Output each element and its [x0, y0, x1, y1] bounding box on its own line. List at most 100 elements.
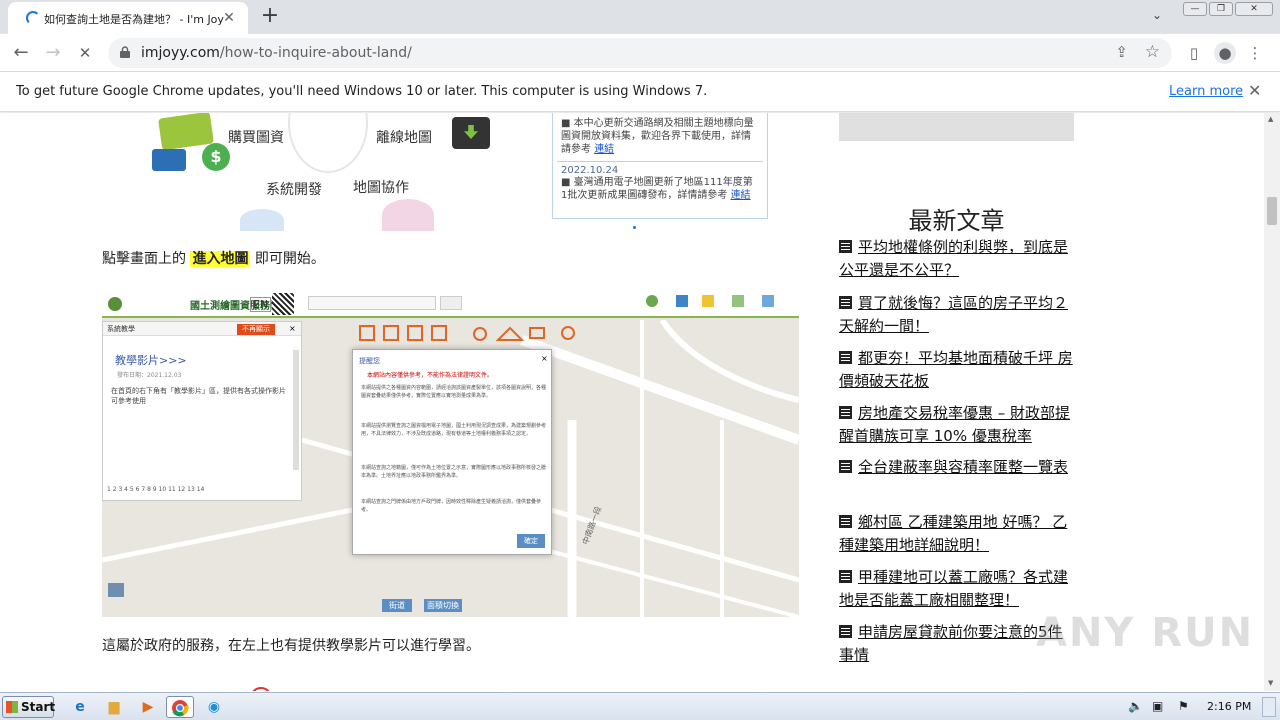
lock-icon [120, 46, 130, 58]
infobar-close-button[interactable]: ✕ [1248, 81, 1261, 100]
page-content: $ 購買圖資 離線地圖 系統開發 地圖協作 ■ 本中心更新交通路網及相關主題地標… [0, 113, 1264, 691]
start-button[interactable]: Start [2, 696, 55, 718]
article-icon [839, 460, 852, 473]
windows-taskbar: Start e ▆ ▶ ◉ 🔈 ▣ ⚑ 2:16 PM [0, 692, 1280, 720]
shot-tool-icon [646, 295, 658, 307]
shot-switch-button: 面積切換 [424, 599, 462, 612]
show-desktop-button[interactable] [1262, 697, 1276, 717]
window-close-button[interactable]: ✕ [1235, 2, 1273, 16]
dollar-coin-icon: $ [202, 143, 230, 171]
sidebar-article-link[interactable]: 鄉村區 乙種建築用地 好嗎？ 乙種建築用地詳細說明！ [839, 511, 1075, 557]
tab-close-button[interactable]: ✕ [220, 9, 238, 27]
edge-icon[interactable]: ◉ [200, 696, 228, 718]
sidebar-article-link[interactable]: 買了就後悔？這區的房子平均２天解約一間！ [839, 292, 1075, 338]
taskbar-clock[interactable]: 2:16 PM [1207, 700, 1251, 713]
side-panel-icon[interactable]: ▯ [1183, 42, 1205, 64]
volume-icon[interactable]: 🔈 [1128, 699, 1143, 713]
sidebar-ad-box [839, 113, 1074, 141]
article-icon [839, 406, 852, 419]
shot-modal-text: 本網站查詢之門牌係由地方戶政門牌，因時效性釋除產生疑義請洽詢，僅供套疊參考。 [361, 499, 542, 513]
chrome-taskbar-icon[interactable] [166, 696, 194, 718]
address-bar[interactable]: imjoyy.com/how-to-inquire-about-land/ ⇪ … [108, 38, 1172, 68]
url-text: imjoyy.com/how-to-inquire-about-land/ [141, 45, 412, 61]
news-link[interactable]: 連結 [594, 144, 614, 155]
shot-panel-pagination: 1 2 3 4 5 6 7 8 9 10 11 12 13 14 [107, 486, 205, 493]
sidebar-article-link[interactable]: 房地產交易稅率優惠 – 財政部提醒首購族可享 10% 優惠稅率 [839, 402, 1075, 448]
shot-search-button [440, 296, 462, 310]
sidebar-article-link[interactable]: 平均地權條例的利與弊，到底是公平還是不公平？ [839, 236, 1075, 282]
tab-strip: 如何查詢土地是否為建地？ - I'm Joyy ✕ + ⌄ — ❐ ✕ [0, 0, 1280, 34]
shot-panel-video-link: 教學影片>>> [115, 354, 187, 367]
illus-label-collab: 地圖協作 [353, 180, 409, 196]
wallet-icon [158, 113, 214, 151]
update-infobar: To get future Google Chrome updates, you… [0, 72, 1280, 112]
media-player-icon[interactable]: ▶ [134, 696, 162, 718]
shot-modal-title: 提醒您 [359, 357, 380, 365]
learn-more-link[interactable]: Learn more [1169, 84, 1243, 99]
shot-tool-icon [762, 295, 774, 307]
shot-modal-text: 本網站提供瀏覽查詢之圖資檔用電子地圖，國土利用現況調查成果，為建築規劃參考用，不… [361, 423, 547, 437]
shot-tool-icon [702, 295, 714, 307]
article-icon [839, 515, 852, 528]
infobar-message: To get future Google Chrome updates, you… [16, 84, 708, 99]
tab-search-button[interactable]: ⌄ [1152, 8, 1162, 22]
shot-notice-modal: 提醒您 × 本網站內容僅供參考，不能作為法律證明文件。 本網站提供之各種圖資內容… [352, 349, 552, 555]
scrollbar-thumb[interactable] [1267, 197, 1277, 225]
shot-panel-text: 在首頁的右下角有「教學影片」區，提供有各式操作影片可參考使用 [111, 387, 286, 405]
shot-draw-toolbar [358, 324, 576, 342]
shot-modal-close-icon: × [541, 354, 548, 363]
stop-loading-button[interactable]: ✕ [72, 40, 98, 66]
loading-spinner-icon [26, 11, 40, 25]
article-icon [839, 296, 852, 309]
news-item: ■ 本中心更新交通路網及相關主題地標向量圖資開放資料集，歡迎各界下載使用，詳情請… [561, 118, 754, 155]
paragraph-tutorial: 這屬於政府的服務，在左上也有提供教學影片可以進行學習。 [102, 638, 480, 654]
decor-circle [288, 113, 368, 173]
illus-label-offline: 離線地圖 [376, 130, 432, 146]
internet-explorer-icon[interactable]: e [66, 696, 94, 718]
article-icon [839, 351, 852, 364]
menu-kebab-icon[interactable]: ⋮ [1244, 42, 1266, 64]
news-panel: ■ 本中心更新交通路網及相關主題地標向量圖資開放資料集，歡迎各界下載使用，詳情請… [552, 113, 768, 219]
sidebar-article-link[interactable]: 都更夯！平均基地面積破千坪 房價頻破天花板 [839, 347, 1075, 393]
credit-card-icon [152, 149, 186, 171]
enter-map-highlight: 進入地圖 [190, 251, 251, 267]
article-icon [839, 570, 852, 583]
new-tab-button[interactable]: + [258, 5, 282, 29]
back-button[interactable]: ← [8, 40, 34, 66]
sidebar-article-link[interactable]: 甲種建地可以蓋工廠嗎？各式建地是否能蓋工廠相關整理！ [839, 566, 1075, 612]
paragraph-enter-map: 點擊畫面上的 進入地圖 即可開始。 [102, 251, 325, 267]
scroll-up-arrow-icon[interactable]: ▲ [1268, 115, 1273, 123]
network-icon[interactable]: ▣ [1152, 699, 1163, 713]
bookmark-star-icon[interactable]: ☆ [1145, 42, 1160, 62]
restore-button[interactable]: ❐ [1209, 2, 1233, 16]
browser-tab[interactable]: 如何查詢土地是否為建地？ - I'm Joyy ✕ [8, 2, 248, 34]
forward-button[interactable]: → [40, 40, 66, 66]
article-icon [839, 625, 852, 638]
shot-panel-scrollbar [293, 350, 299, 470]
profile-avatar-icon[interactable]: ● [1214, 42, 1236, 64]
gear-illustration-icon [240, 209, 284, 231]
scroll-down-arrow-icon[interactable]: ▼ [1268, 679, 1273, 687]
sidebar-article-link[interactable]: 全台建蔽率與容積率匯整一覽表 [839, 456, 1075, 479]
carousel-dot[interactable] [633, 226, 636, 229]
page-scrollbar[interactable]: ▲ ▼ [1264, 113, 1280, 691]
file-explorer-icon[interactable]: ▆ [100, 696, 128, 718]
article-icon [839, 240, 852, 253]
shot-panel-hide-button: 不再顯示 [237, 324, 275, 335]
share-icon[interactable]: ⇪ [1115, 43, 1128, 61]
shot-tool-icon [676, 295, 688, 307]
shot-street-button: 街道 [382, 599, 412, 612]
services-illustration: $ 購買圖資 離線地圖 系統開發 地圖協作 [140, 113, 530, 231]
action-center-flag-icon[interactable]: ⚑ [1178, 699, 1189, 713]
shot-modal-text: 本網站查詢之地籍圖，僅可作為土地位置之示意，實際圖形應以地政事務所核發之謄本為準… [361, 465, 547, 479]
shot-modal-ok-button: 確定 [517, 534, 545, 548]
browser-toolbar: ← → ✕ imjoyy.com/how-to-inquire-about-la… [0, 34, 1280, 72]
shot-modal-text: 本網站提供之各種圖資內容範圍，請經洽詢該圖資產製單位，該項各圖資說明，各種圖資套… [361, 385, 547, 399]
minimize-button[interactable]: — [1183, 2, 1207, 16]
shot-panel-title: 系統教學 [107, 325, 135, 333]
shot-tool-icon [732, 295, 744, 307]
tab-title: 如何查詢土地是否為建地？ - I'm Joyy [44, 13, 224, 26]
partial-icon [250, 687, 272, 691]
qr-code-icon [272, 293, 294, 315]
news-link[interactable]: 連結 [731, 190, 751, 201]
